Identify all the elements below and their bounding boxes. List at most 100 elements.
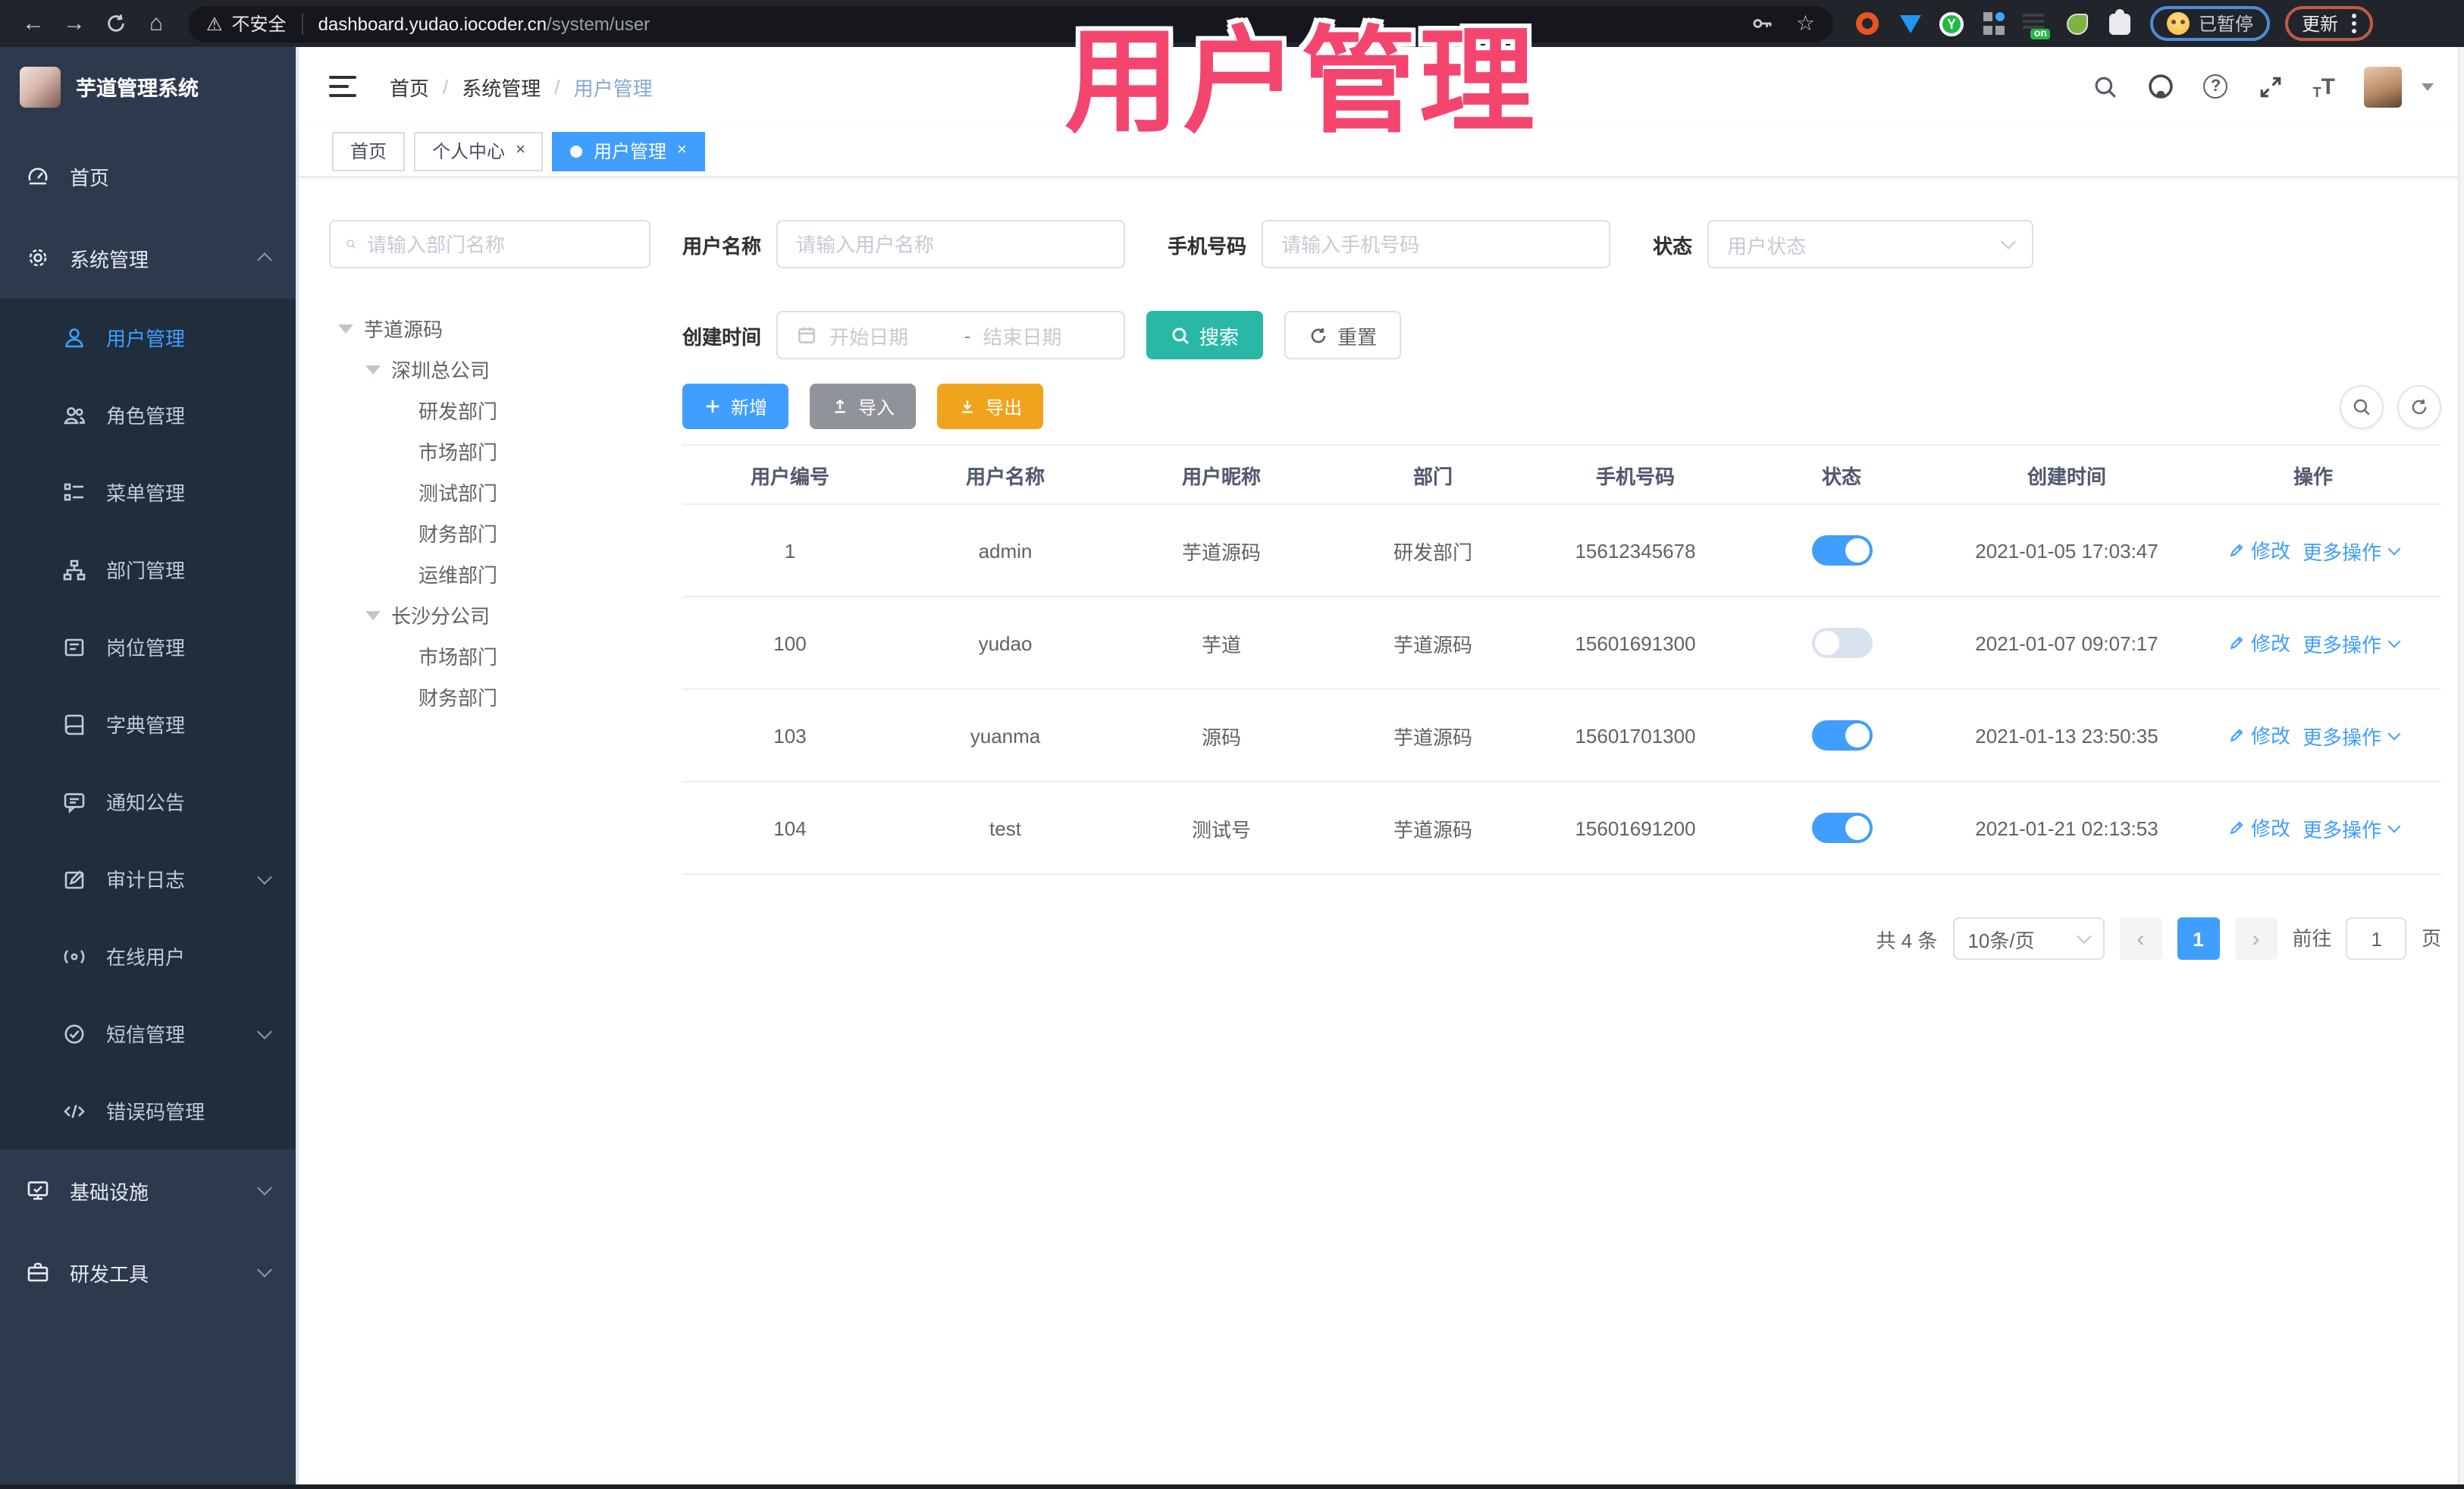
profile-paused-badge[interactable]: 已暂停 [2150, 6, 2271, 41]
page-size-select[interactable]: 10条/页 [1952, 917, 2105, 960]
sidebar-item-error-code[interactable]: 错误码管理 [0, 1072, 296, 1149]
edit-link[interactable]: 修改 [2228, 536, 2290, 565]
sidebar-collapse-icon[interactable] [329, 76, 356, 97]
user-menu-caret-icon[interactable] [2422, 83, 2434, 90]
mobile-input[interactable] [1281, 233, 1591, 255]
tree-node[interactable]: 研发部门 [329, 390, 650, 431]
sidebar-item-dept-mgmt[interactable]: 部门管理 [0, 531, 296, 608]
browser-update-button[interactable]: 更新 [2285, 6, 2374, 41]
tab-profile[interactable]: 个人中心 × [414, 131, 544, 171]
more-actions-link[interactable]: 更多操作 [2303, 629, 2400, 658]
sidebar-item-label: 研发工具 [70, 1262, 149, 1285]
browser-reload-icon[interactable] [97, 5, 133, 42]
search-button[interactable]: 搜索 [1146, 311, 1264, 359]
ext-switch-on-icon[interactable]: on [2023, 13, 2050, 39]
tree-caret-icon[interactable] [365, 365, 381, 374]
ext-green-circle-icon[interactable]: Y [1939, 11, 1964, 36]
header-search-icon[interactable] [2092, 73, 2119, 100]
tree-node[interactable]: 财务部门 [329, 513, 650, 553]
status-toggle[interactable] [1811, 535, 1872, 566]
address-bar[interactable]: ⚠ 不安全 dashboard.yudao.iocoder.cn /system… [188, 5, 1833, 42]
import-button[interactable]: 导入 [810, 384, 917, 429]
tree-node[interactable]: 测试部门 [329, 472, 650, 513]
font-size-icon[interactable]: TT [2313, 74, 2335, 99]
status-select[interactable]: 用户状态 [1707, 220, 2034, 268]
close-icon[interactable]: × [677, 142, 687, 159]
mobile-field[interactable] [1262, 220, 1611, 268]
tree-node[interactable]: 深圳总公司 [329, 349, 650, 390]
sidebar-item-sms-mgmt[interactable]: 短信管理 [0, 995, 296, 1072]
more-actions-link[interactable]: 更多操作 [2303, 722, 2400, 751]
tree-node[interactable]: 运维部门 [329, 553, 650, 594]
page-1-button[interactable]: 1 [2177, 917, 2220, 960]
tree-node[interactable]: 财务部门 [329, 676, 650, 717]
goto-page-input[interactable] [2346, 917, 2407, 960]
reset-button[interactable]: 重置 [1284, 311, 1402, 359]
browser-menu-icon[interactable] [2352, 14, 2357, 33]
ext-leaf-icon[interactable] [2064, 11, 2089, 36]
more-actions-link[interactable]: 更多操作 [2303, 537, 2400, 566]
browser-forward-icon[interactable]: → [56, 5, 92, 42]
edit-link[interactable]: 修改 [2228, 721, 2290, 750]
sidebar-item-notice[interactable]: 通知公告 [0, 763, 296, 840]
ext-orange-ring-icon[interactable] [1854, 11, 1880, 36]
tree-caret-icon[interactable] [338, 324, 353, 333]
more-actions-link[interactable]: 更多操作 [2303, 814, 2400, 843]
refresh-table-button[interactable] [2397, 384, 2441, 428]
browser-back-icon[interactable]: ← [15, 5, 52, 42]
add-button[interactable]: 新增 [682, 384, 789, 429]
fullscreen-icon[interactable] [2257, 73, 2284, 100]
breadcrumb-item[interactable]: 系统管理 [462, 72, 541, 101]
edit-link[interactable]: 修改 [2228, 629, 2290, 657]
date-range-picker[interactable]: 开始日期 - 结束日期 [776, 311, 1126, 359]
export-button[interactable]: 导出 [937, 384, 1044, 429]
security-chip[interactable]: ⚠ 不安全 [206, 11, 287, 36]
ext-grid-icon[interactable] [1980, 11, 2006, 36]
sidebar-item-audit-log[interactable]: 审计日志 [0, 840, 296, 917]
ext-blue-gem-icon[interactable] [1897, 11, 1923, 36]
tree-caret-icon[interactable] [365, 610, 381, 619]
sidebar-item-system-mgmt[interactable]: 系统管理 [0, 217, 296, 299]
tree-node[interactable]: 芋道源码 [329, 308, 650, 349]
status-toggle[interactable] [1811, 720, 1872, 751]
edit-link[interactable]: 修改 [2228, 813, 2290, 842]
key-icon[interactable] [1752, 12, 1775, 35]
dept-search-box[interactable] [329, 220, 650, 268]
help-icon[interactable]: ? [2203, 74, 2228, 99]
tab-home[interactable]: 首页 [332, 131, 406, 171]
prev-page-button[interactable]: ‹ [2119, 917, 2162, 960]
warning-icon: ⚠ [206, 13, 223, 34]
column-header: 用户名称 [898, 444, 1113, 505]
sidebar-item-user-mgmt[interactable]: 用户管理 [0, 299, 296, 376]
sidebar-item-dict-mgmt[interactable]: 字典管理 [0, 685, 296, 763]
sidebar-item-role-mgmt[interactable]: 角色管理 [0, 376, 296, 453]
breadcrumb: 首页 / 系统管理 / 用户管理 [390, 72, 653, 101]
bookmark-star-icon[interactable]: ☆ [1796, 11, 1815, 36]
sidebar-item-infrastructure[interactable]: 基础设施 [0, 1149, 296, 1231]
username-input[interactable] [796, 233, 1106, 255]
next-page-button[interactable]: › [2234, 917, 2277, 960]
page-scrollbar[interactable] [2458, 47, 2464, 1484]
toggle-search-button[interactable] [2340, 384, 2384, 428]
status-toggle[interactable] [1811, 628, 1872, 658]
sidebar-item-menu-mgmt[interactable]: 菜单管理 [0, 453, 296, 531]
sidebar-item-post-mgmt[interactable]: 岗位管理 [0, 608, 296, 685]
tree-node[interactable]: 长沙分公司 [329, 594, 650, 635]
breadcrumb-item[interactable]: 首页 [390, 72, 429, 101]
sidebar-item-home[interactable]: 首页 [0, 135, 296, 217]
sidebar-item-online-users[interactable]: 在线用户 [0, 917, 296, 995]
dept-search-input[interactable] [367, 233, 634, 255]
username-field[interactable] [776, 220, 1126, 268]
cell-created: 2021-01-21 02:13:53 [1948, 782, 2185, 875]
tree-node[interactable]: 市场部门 [329, 431, 650, 472]
tree-node-label: 深圳总公司 [391, 359, 491, 382]
user-avatar[interactable] [2364, 66, 2402, 107]
close-icon[interactable]: × [516, 142, 525, 159]
github-icon[interactable] [2148, 73, 2175, 100]
status-toggle[interactable] [1811, 813, 1872, 843]
extensions-puzzle-icon[interactable] [2106, 8, 2132, 36]
browser-home-icon[interactable]: ⌂ [138, 5, 174, 42]
tab-user-mgmt[interactable]: 用户管理 × [552, 131, 705, 171]
tree-node[interactable]: 市场部门 [329, 635, 650, 676]
sidebar-item-dev-tools[interactable]: 研发工具 [0, 1231, 296, 1313]
